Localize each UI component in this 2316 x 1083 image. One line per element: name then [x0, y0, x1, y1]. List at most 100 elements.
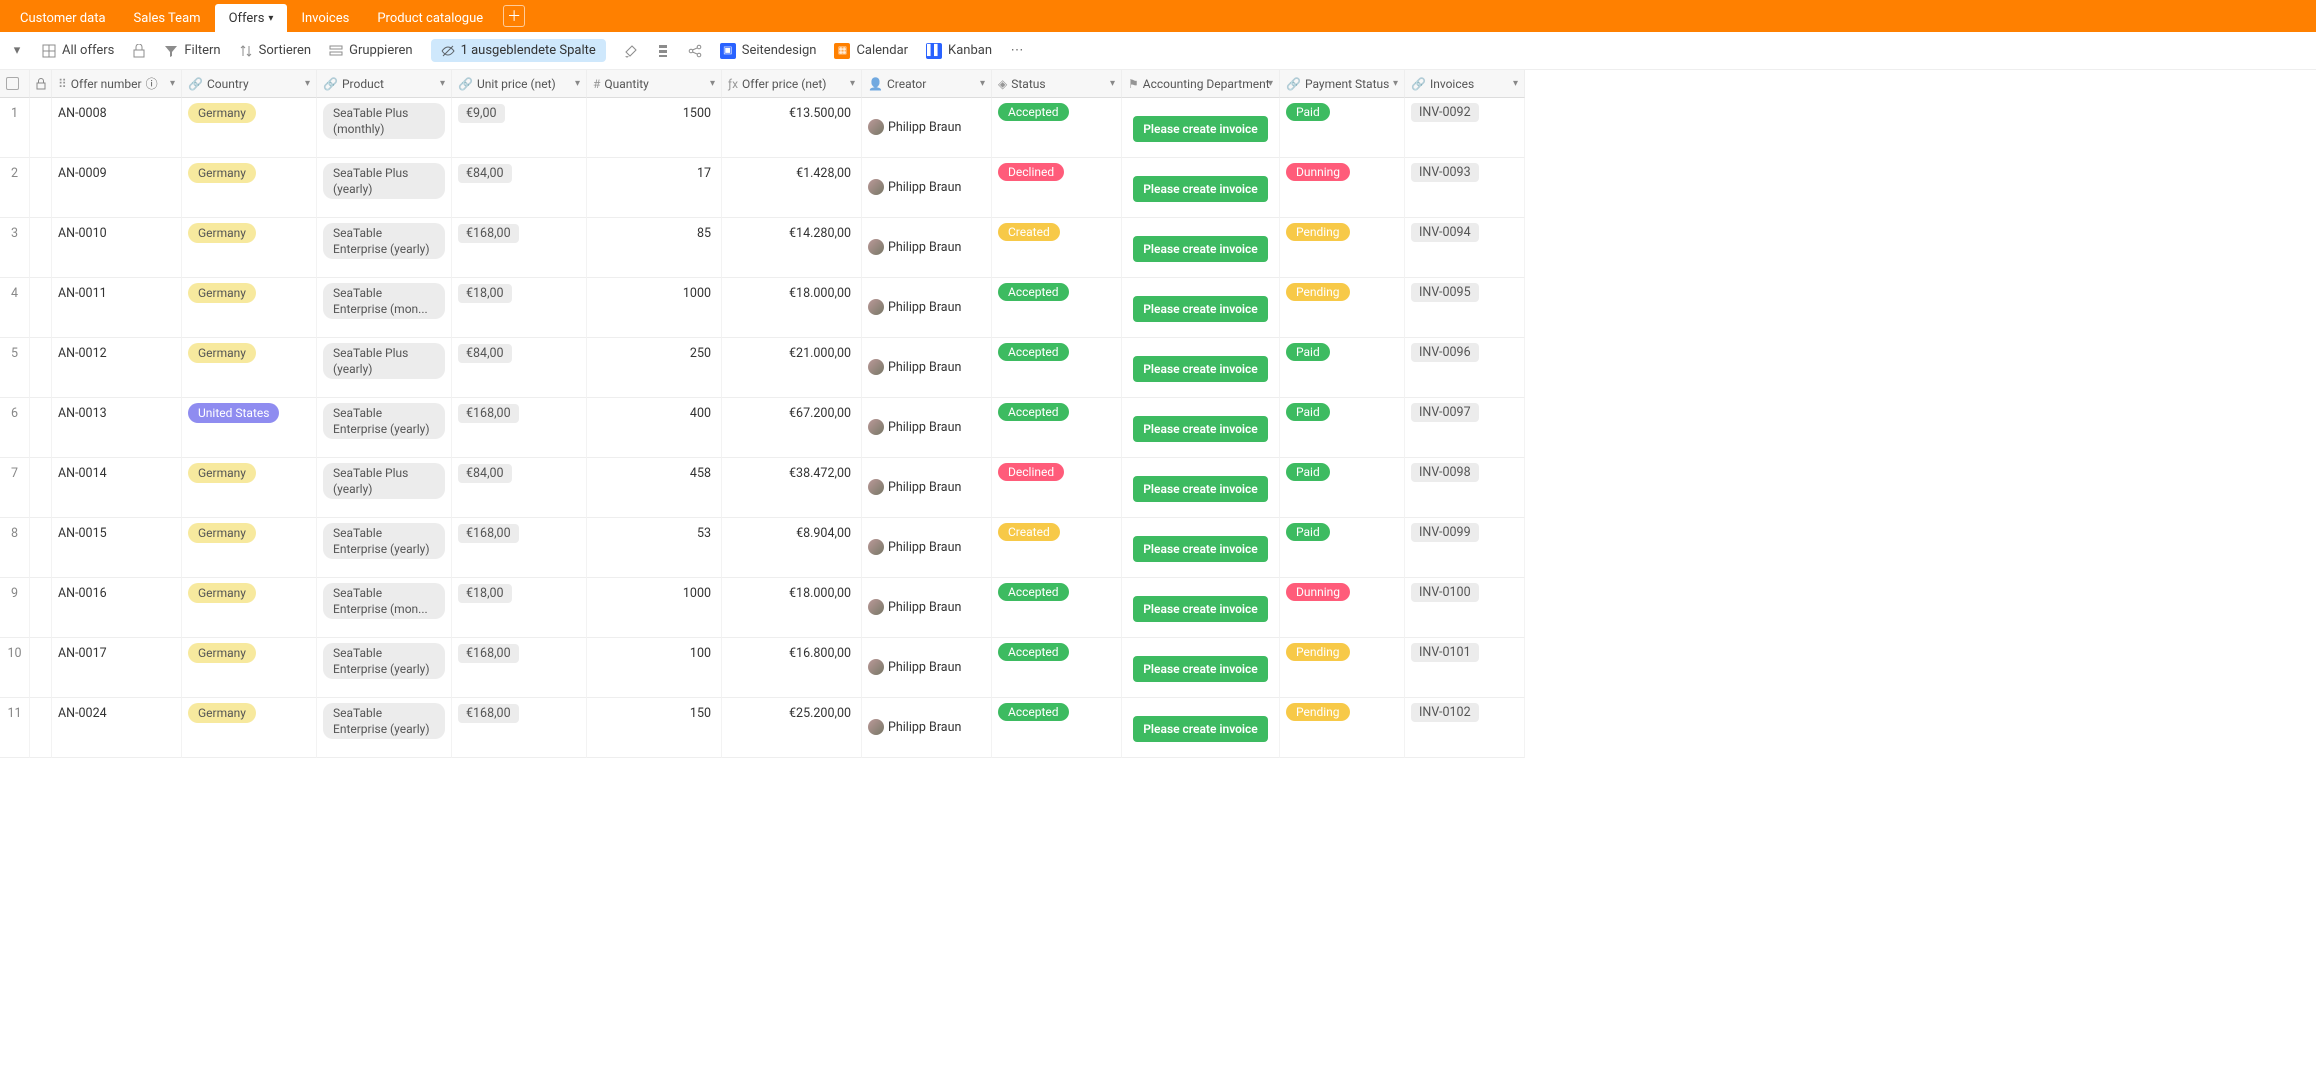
cell-country[interactable]: Germany	[182, 638, 317, 698]
chevron-down-icon[interactable]: ▾	[1268, 78, 1273, 89]
cell-payment-status[interactable]: Paid	[1280, 518, 1405, 578]
cell-unit-price[interactable]: €168,00	[452, 518, 587, 578]
cell-product[interactable]: SeaTable Enterprise (yearly)	[317, 398, 452, 458]
header-creator[interactable]: 👤Creator▾	[862, 70, 992, 98]
cell-payment-status[interactable]: Pending	[1280, 278, 1405, 338]
header-lock[interactable]	[30, 70, 52, 98]
cell-status[interactable]: Created	[992, 518, 1122, 578]
cell-offer-price[interactable]: €13.500,00	[722, 98, 862, 158]
header-payment-status[interactable]: 🔗Payment Status▾	[1280, 70, 1405, 98]
paint-button[interactable]	[624, 44, 638, 58]
cell-payment-status[interactable]: Pending	[1280, 638, 1405, 698]
row-lock[interactable]	[30, 338, 52, 398]
cell-country[interactable]: Germany	[182, 98, 317, 158]
row-number[interactable]: 9	[0, 578, 30, 638]
chevron-down-icon[interactable]: ▾	[170, 78, 175, 89]
row-number[interactable]: 2	[0, 158, 30, 218]
chevron-down-icon[interactable]: ▾	[575, 78, 580, 89]
cell-offer-number[interactable]: AN-0013	[52, 398, 182, 458]
cell-offer-price[interactable]: €8.904,00	[722, 518, 862, 578]
cell-accounting[interactable]: Please create invoice	[1122, 638, 1280, 698]
cell-accounting[interactable]: Please create invoice	[1122, 698, 1280, 758]
header-unit-price[interactable]: 🔗Unit price (net)▾	[452, 70, 587, 98]
row-number[interactable]: 6	[0, 398, 30, 458]
create-invoice-button[interactable]: Please create invoice	[1133, 476, 1268, 502]
cell-creator[interactable]: Philipp Braun	[862, 398, 992, 458]
cell-creator[interactable]: Philipp Braun	[862, 638, 992, 698]
cell-offer-number[interactable]: AN-0010	[52, 218, 182, 278]
cell-accounting[interactable]: Please create invoice	[1122, 458, 1280, 518]
cell-product[interactable]: SeaTable Enterprise (yearly)	[317, 218, 452, 278]
cell-status[interactable]: Accepted	[992, 98, 1122, 158]
create-invoice-button[interactable]: Please create invoice	[1133, 596, 1268, 622]
checkbox-icon[interactable]	[6, 77, 19, 90]
create-invoice-button[interactable]: Please create invoice	[1133, 416, 1268, 442]
row-lock[interactable]	[30, 518, 52, 578]
cell-product[interactable]: SeaTable Enterprise (yearly)	[317, 698, 452, 758]
cell-payment-status[interactable]: Pending	[1280, 698, 1405, 758]
cell-invoices[interactable]: INV-0094	[1405, 218, 1525, 278]
cell-invoices[interactable]: INV-0102	[1405, 698, 1525, 758]
share-button[interactable]	[688, 44, 702, 58]
cell-status[interactable]: Accepted	[992, 638, 1122, 698]
cell-offer-price[interactable]: €25.200,00	[722, 698, 862, 758]
row-lock[interactable]	[30, 278, 52, 338]
cell-unit-price[interactable]: €84,00	[452, 158, 587, 218]
cell-creator[interactable]: Philipp Braun	[862, 698, 992, 758]
cell-quantity[interactable]: 400	[587, 398, 722, 458]
chevron-down-icon[interactable]: ▾	[1513, 78, 1518, 89]
cell-quantity[interactable]: 85	[587, 218, 722, 278]
create-invoice-button[interactable]: Please create invoice	[1133, 536, 1268, 562]
cell-status[interactable]: Accepted	[992, 698, 1122, 758]
cell-invoices[interactable]: INV-0101	[1405, 638, 1525, 698]
cell-offer-price[interactable]: €21.000,00	[722, 338, 862, 398]
chevron-down-icon[interactable]: ▾	[980, 78, 985, 89]
cell-creator[interactable]: Philipp Braun	[862, 458, 992, 518]
cell-product[interactable]: SeaTable Plus (yearly)	[317, 338, 452, 398]
cell-offer-number[interactable]: AN-0008	[52, 98, 182, 158]
cell-status[interactable]: Created	[992, 218, 1122, 278]
cell-country[interactable]: Germany	[182, 458, 317, 518]
cell-status[interactable]: Accepted	[992, 338, 1122, 398]
page-design-button[interactable]: ▣ Seitendesign	[720, 43, 817, 59]
header-country[interactable]: 🔗Country▾	[182, 70, 317, 98]
cell-unit-price[interactable]: €168,00	[452, 218, 587, 278]
cell-payment-status[interactable]: Dunning	[1280, 158, 1405, 218]
create-invoice-button[interactable]: Please create invoice	[1133, 116, 1268, 142]
cell-payment-status[interactable]: Paid	[1280, 458, 1405, 518]
cell-payment-status[interactable]: Dunning	[1280, 578, 1405, 638]
cell-quantity[interactable]: 100	[587, 638, 722, 698]
cell-unit-price[interactable]: €168,00	[452, 698, 587, 758]
cell-unit-price[interactable]: €18,00	[452, 278, 587, 338]
cell-offer-number[interactable]: AN-0017	[52, 638, 182, 698]
cell-status[interactable]: Accepted	[992, 578, 1122, 638]
header-status[interactable]: ◈Status▾	[992, 70, 1122, 98]
hidden-columns-button[interactable]: 1 ausgeblendete Spalte	[431, 39, 606, 62]
cell-status[interactable]: Accepted	[992, 398, 1122, 458]
cell-unit-price[interactable]: €84,00	[452, 338, 587, 398]
cell-status[interactable]: Accepted	[992, 278, 1122, 338]
cell-quantity[interactable]: 1500	[587, 98, 722, 158]
add-tab-button[interactable]: ＋	[503, 5, 525, 27]
cell-payment-status[interactable]: Pending	[1280, 218, 1405, 278]
cell-offer-price[interactable]: €67.200,00	[722, 398, 862, 458]
kanban-button[interactable]: ▌▌ Kanban	[926, 43, 992, 59]
row-number[interactable]: 3	[0, 218, 30, 278]
row-number[interactable]: 1	[0, 98, 30, 158]
cell-accounting[interactable]: Please create invoice	[1122, 518, 1280, 578]
cell-creator[interactable]: Philipp Braun	[862, 338, 992, 398]
chevron-down-icon[interactable]: ▾	[850, 78, 855, 89]
cell-country[interactable]: Germany	[182, 338, 317, 398]
cell-unit-price[interactable]: €168,00	[452, 398, 587, 458]
views-toggle[interactable]: ▾	[10, 44, 24, 58]
cell-country[interactable]: Germany	[182, 278, 317, 338]
cell-offer-price[interactable]: €1.428,00	[722, 158, 862, 218]
cell-country[interactable]: Germany	[182, 218, 317, 278]
cell-unit-price[interactable]: €9,00	[452, 98, 587, 158]
cell-offer-number[interactable]: AN-0014	[52, 458, 182, 518]
cell-offer-price[interactable]: €38.472,00	[722, 458, 862, 518]
header-quantity[interactable]: #Quantity▾	[587, 70, 722, 98]
tab-product-catalogue[interactable]: Product catalogue	[363, 4, 497, 32]
cell-payment-status[interactable]: Paid	[1280, 398, 1405, 458]
cell-product[interactable]: SeaTable Enterprise (yearly)	[317, 518, 452, 578]
